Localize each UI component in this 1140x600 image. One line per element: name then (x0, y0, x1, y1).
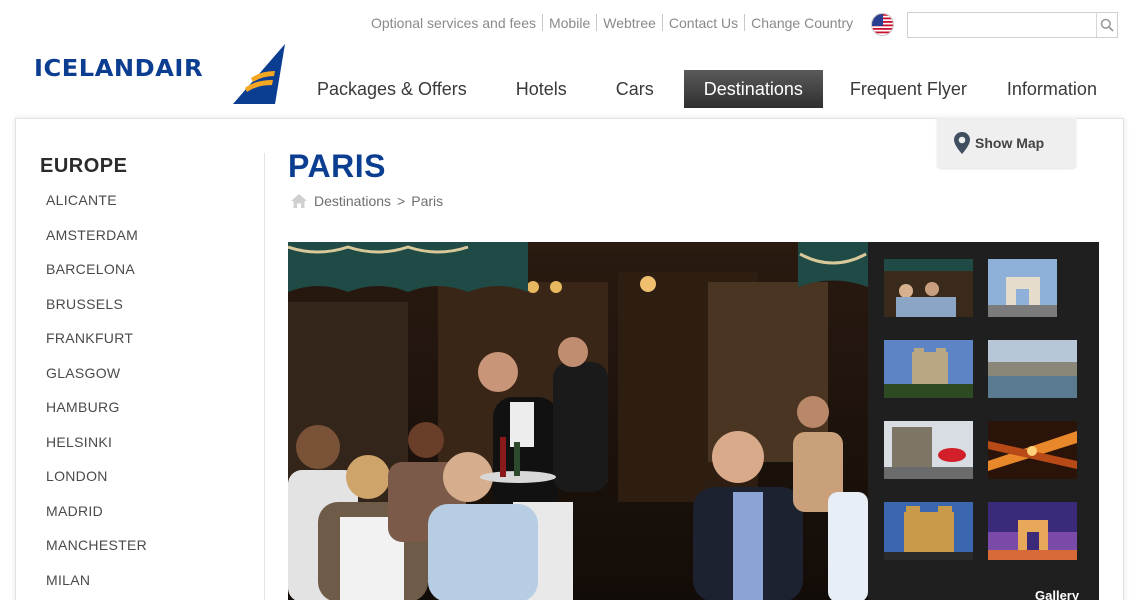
sidebar-item-london[interactable]: LONDON (46, 466, 240, 501)
divider (541, 14, 543, 31)
link-contact-us[interactable]: Contact Us (669, 15, 738, 31)
show-map-button[interactable]: Show Map (937, 118, 1076, 168)
sidebar-item-helsinki[interactable]: HELSINKI (46, 432, 240, 467)
breadcrumb-separator: > (397, 193, 406, 209)
logo-text: ICELANDAIR (34, 56, 204, 82)
sidebar-item-glasgow[interactable]: GLASGOW (46, 363, 240, 398)
sidebar-item-brussels[interactable]: BRUSSELS (46, 294, 240, 329)
gallery-thumb-notre-dame-evening[interactable] (884, 502, 973, 560)
gallery-thumb-cafe[interactable] (884, 259, 973, 317)
main-photo-paris-cafe[interactable] (288, 242, 868, 600)
main-nav: Packages & Offers Hotels Cars Destinatio… (300, 70, 1097, 108)
link-mobile[interactable]: Mobile (549, 15, 590, 31)
divider (744, 14, 746, 31)
nav-hotels[interactable]: Hotels (516, 70, 567, 108)
show-map-label: Show Map (975, 135, 1045, 151)
gallery-label[interactable]: Gallery (1035, 588, 1079, 600)
sidebar-item-hamburg[interactable]: HAMBURG (46, 397, 240, 432)
gallery-thumb-arc-night[interactable] (988, 502, 1077, 560)
nav-cars[interactable]: Cars (616, 70, 654, 108)
nav-information[interactable]: Information (1007, 70, 1097, 108)
icelandair-logo[interactable]: ICELANDAIR (34, 44, 285, 104)
search-button[interactable] (1096, 13, 1117, 37)
utility-links: Optional services and fees Mobile Webtre… (371, 14, 853, 31)
sidebar-item-barcelona[interactable]: BARCELONA (46, 259, 240, 294)
home-icon[interactable] (290, 193, 308, 209)
search-icon (1100, 18, 1114, 32)
sidebar-item-milan[interactable]: MILAN (46, 570, 240, 600)
map-pin-icon (954, 132, 970, 154)
us-flag-icon[interactable] (871, 13, 894, 36)
divider (661, 14, 663, 31)
sidebar-heading: EUROPE (40, 155, 128, 177)
gallery-thumb-night-lights[interactable] (988, 421, 1077, 479)
gallery-thumb-church-umbrella[interactable] (884, 421, 973, 479)
logo-tail-icon (233, 44, 285, 104)
link-change-country[interactable]: Change Country (751, 15, 853, 31)
breadcrumb-destinations[interactable]: Destinations (314, 193, 391, 209)
divider (596, 14, 598, 31)
breadcrumb: Destinations > Paris (290, 193, 443, 209)
gallery-thumb-seine[interactable] (988, 340, 1077, 398)
destinations-sidebar: EUROPE ALICANTE AMSTERDAM BARCELONA BRUS… (40, 155, 240, 600)
nav-frequent-flyer[interactable]: Frequent Flyer (850, 70, 967, 108)
sidebar-divider (264, 153, 265, 600)
photo-gallery: Gallery (868, 242, 1099, 600)
search-box (907, 12, 1118, 38)
sidebar-item-manchester[interactable]: MANCHESTER (46, 535, 240, 570)
link-webtree[interactable]: Webtree (603, 15, 656, 31)
nav-destinations[interactable]: Destinations (683, 70, 823, 108)
page-title: PARIS (288, 148, 386, 184)
destination-list: ALICANTE AMSTERDAM BARCELONA BRUSSELS FR… (46, 190, 240, 600)
sidebar-item-alicante[interactable]: ALICANTE (46, 190, 240, 225)
gallery-thumb-arc-de-triomphe[interactable] (988, 259, 1057, 317)
nav-packages-offers[interactable]: Packages & Offers (317, 70, 467, 108)
link-optional-services[interactable]: Optional services and fees (371, 15, 536, 31)
breadcrumb-current: Paris (411, 193, 444, 209)
sidebar-item-frankfurt[interactable]: FRANKFURT (46, 328, 240, 363)
gallery-thumb-notre-dame[interactable] (884, 340, 973, 398)
search-input[interactable] (908, 13, 1096, 37)
sidebar-item-amsterdam[interactable]: AMSTERDAM (46, 225, 240, 260)
sidebar-item-madrid[interactable]: MADRID (46, 501, 240, 536)
